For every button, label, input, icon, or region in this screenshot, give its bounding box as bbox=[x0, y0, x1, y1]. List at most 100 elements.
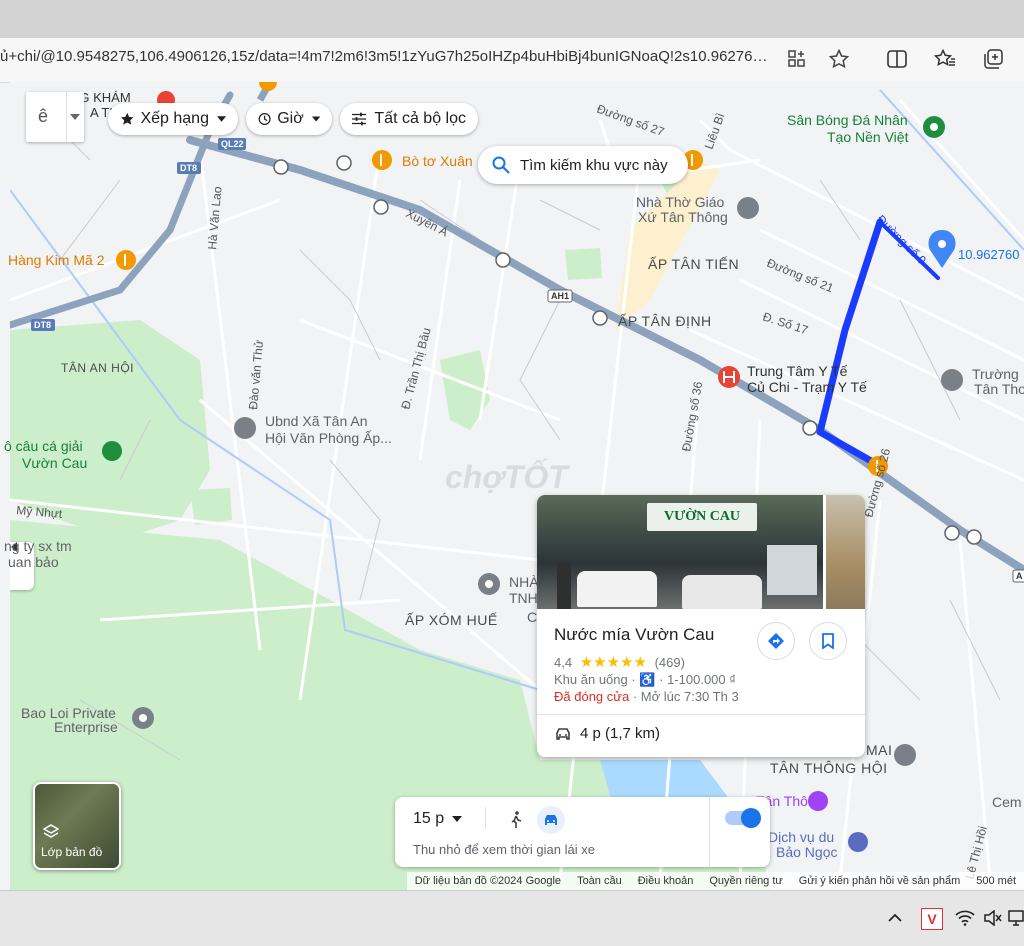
label-ubnd-1[interactable]: Ubnd Xã Tân An bbox=[265, 413, 367, 429]
place-category: Khu ăn uống bbox=[554, 672, 628, 687]
drive-time: 4 p (1,7 km) bbox=[580, 725, 661, 742]
label-ubnd-2[interactable]: Hội Văn Phòng Ấp... bbox=[265, 430, 392, 446]
label-ho-cau-2[interactable]: Vườn Cau bbox=[22, 455, 87, 471]
label-nha[interactable]: NHÀ bbox=[509, 574, 539, 590]
layers-label: Lớp bản đồ bbox=[41, 845, 103, 859]
road-9: Đường số 9 bbox=[874, 212, 929, 267]
label-hang-kim-ma[interactable]: Hàng Kim Mã 2 bbox=[8, 252, 104, 268]
apps-icon[interactable] bbox=[784, 46, 810, 72]
url-text[interactable]: ủ+chi/@10.9548275,106.4906126,15z/data=!… bbox=[0, 48, 770, 65]
travel-time-panel: 15 p Thu nhỏ để xem thời gian lái xe bbox=[395, 797, 770, 867]
taskbar: V bbox=[0, 890, 1024, 946]
footer-feedback[interactable]: Gửi ý kiến phản hồi về sản phẩm bbox=[790, 872, 969, 890]
favorites-icon[interactable] bbox=[932, 46, 958, 72]
map-footer: Dữ liệu bản đồ ©2024 Google Toàn cầu Điề… bbox=[0, 872, 1024, 890]
label-cong-ty-1[interactable]: ng ty sx tm bbox=[4, 538, 72, 554]
search-this-area-label: Tìm kiếm khu vực này bbox=[520, 156, 668, 174]
area-tan-an-hoi: TÂN AN HỘI bbox=[61, 361, 135, 375]
chip-hours-label: Giờ bbox=[277, 110, 304, 127]
walk-mode-button[interactable] bbox=[505, 809, 527, 831]
save-button[interactable] bbox=[809, 622, 847, 660]
label-nha-tho-1[interactable]: Nhà Thờ Giáo bbox=[636, 194, 724, 210]
area-tan-tien: ẤP TÂN TIẾN bbox=[648, 256, 740, 272]
label-dich-vu-2[interactable]: Bảo Ngọc bbox=[776, 844, 837, 860]
photo-sign: VƯỜN CAU bbox=[647, 503, 757, 531]
wheelchair-icon: ♿ bbox=[639, 672, 656, 687]
label-san-bong-1[interactable]: Sân Bóng Đá Nhân bbox=[787, 112, 908, 128]
label-trung-tam-y-te-1[interactable]: Trung Tâm Y Tế bbox=[747, 363, 847, 379]
antivirus-icon[interactable]: V bbox=[921, 908, 943, 930]
footer-terms[interactable]: Điều khoản bbox=[629, 872, 702, 890]
footer-privacy[interactable]: Quyền riêng tư bbox=[701, 872, 791, 890]
collections-icon[interactable] bbox=[980, 46, 1006, 72]
caret-down-icon bbox=[216, 116, 226, 122]
search-this-area-button[interactable]: Tìm kiếm khu vực này bbox=[478, 146, 688, 184]
time-value: 15 p bbox=[413, 810, 445, 827]
card-divider bbox=[537, 714, 865, 715]
time-select[interactable]: 15 p bbox=[413, 810, 463, 828]
caret-down-icon bbox=[70, 114, 80, 120]
star-icon bbox=[121, 112, 134, 125]
map-type-button[interactable]: ê bbox=[26, 92, 84, 142]
place-card[interactable]: VƯỜN CAU Nước mía Vườn Cau 4,4 ★★★★★ (46… bbox=[537, 495, 865, 757]
drive-time-row[interactable]: 4 p (1,7 km) bbox=[554, 725, 660, 742]
area-tan-dinh: ẤP TÂN ĐỊNH bbox=[618, 313, 712, 329]
drive-mode-button[interactable] bbox=[537, 806, 565, 834]
chip-all-filters[interactable]: Tất cả bộ lọc bbox=[340, 103, 478, 135]
footer-data: Dữ liệu bản đồ ©2024 Google bbox=[406, 872, 570, 890]
review-count[interactable]: (469) bbox=[655, 655, 685, 670]
star-icon[interactable] bbox=[826, 46, 852, 72]
directions-button[interactable] bbox=[757, 622, 795, 660]
road-17: Đ. Số 17 bbox=[761, 310, 810, 338]
label-bao-loi-2[interactable]: Enterprise bbox=[54, 719, 118, 735]
label-san-bong-2[interactable]: Tạo Nền Việt bbox=[827, 129, 908, 145]
label-cem[interactable]: Cem bbox=[992, 794, 1022, 810]
label-truong-2[interactable]: Tân Tho bbox=[974, 381, 1024, 397]
road-my-nhut: Mỹ Nhựt bbox=[16, 503, 64, 521]
footer-scale[interactable]: 500 mét bbox=[968, 872, 1024, 890]
footer-global[interactable]: Toàn cầu bbox=[569, 872, 630, 890]
split-view-icon[interactable] bbox=[884, 46, 910, 72]
caret-down-icon bbox=[452, 816, 463, 822]
layers-button[interactable]: Lớp bản đồ bbox=[33, 782, 121, 870]
place-name[interactable]: Nước mía Vườn Cau bbox=[554, 625, 714, 645]
time-hint: Thu nhỏ để xem thời gian lái xe bbox=[413, 842, 595, 857]
address-bar[interactable]: ủ+chi/@10.9548275,106.4906126,15z/data=!… bbox=[0, 38, 1024, 83]
filter-icon bbox=[352, 112, 367, 126]
car-icon bbox=[556, 727, 570, 740]
shield-ah1: AH1 bbox=[551, 291, 569, 301]
walk-icon bbox=[511, 811, 522, 828]
shield-ql22: QL22 bbox=[221, 139, 244, 149]
network-icon[interactable] bbox=[1008, 910, 1024, 926]
label-tnh[interactable]: TNH bbox=[509, 590, 538, 606]
layers-icon bbox=[43, 824, 59, 838]
rating-value: 4,4 bbox=[554, 655, 573, 670]
label-trung-tam-y-te-2[interactable]: Củ Chi - Trạm Y Tế bbox=[747, 379, 867, 395]
chip-rating[interactable]: Xếp hạng bbox=[108, 103, 238, 135]
wifi-icon[interactable] bbox=[955, 910, 975, 926]
rating-stars: ★★★★★ bbox=[579, 654, 647, 671]
label-c[interactable]: C bbox=[527, 609, 537, 625]
status-open: Mở lúc 7:30 Th 3 bbox=[640, 689, 739, 704]
shield-a: A bbox=[1016, 571, 1023, 581]
chevron-up-icon[interactable] bbox=[888, 913, 902, 922]
watermark: chợTỐT bbox=[445, 459, 570, 495]
label-nha-tho-2[interactable]: Xứ Tân Thông bbox=[638, 209, 728, 225]
chip-hours[interactable]: Giờ bbox=[246, 103, 332, 135]
volume-mute-icon[interactable] bbox=[984, 910, 1002, 926]
chip-rating-label: Xếp hạng bbox=[140, 110, 209, 127]
travel-time-toggle[interactable] bbox=[725, 808, 761, 828]
place-price: 1-100.000 ₫ bbox=[667, 672, 736, 687]
label-truong-1[interactable]: Trường bbox=[972, 366, 1019, 382]
label-dich-vu-1[interactable]: Dịch vụ du bbox=[768, 829, 834, 845]
clock-icon bbox=[258, 113, 271, 125]
label-cong-ty-2[interactable]: uan bảo bbox=[8, 554, 59, 570]
label-ho-cau-1[interactable]: ô câu cá giải bbox=[4, 438, 83, 454]
place-photo[interactable]: VƯỜN CAU bbox=[537, 495, 823, 609]
caret-down-icon bbox=[311, 116, 320, 122]
status-closed: Đã đóng cửa bbox=[554, 689, 630, 704]
place-photo-2[interactable] bbox=[826, 495, 865, 609]
place-category-row: Khu ăn uống · ♿ · 1-100.000 ₫ bbox=[554, 672, 736, 687]
search-icon bbox=[492, 156, 510, 174]
label-bo-to-xuan[interactable]: Bò tơ Xuân bbox=[402, 153, 473, 169]
